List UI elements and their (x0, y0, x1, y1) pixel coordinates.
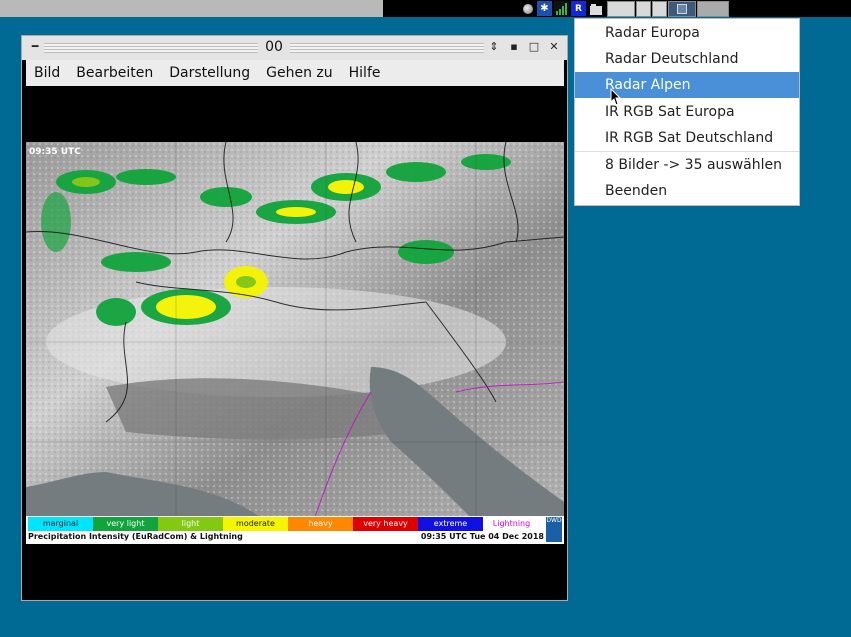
menu-bearbeiten[interactable]: Bearbeiten (68, 65, 161, 81)
titlebar-grip-left (44, 43, 258, 53)
file-manager-icon[interactable] (588, 1, 603, 16)
legend-light: light (158, 517, 223, 531)
minimize-icon[interactable]: ▪ (507, 40, 521, 54)
legend-extreme: extreme (418, 517, 483, 531)
workspace-1[interactable] (607, 0, 635, 17)
menu-darstellung[interactable]: Darstellung (161, 65, 258, 81)
window-titlebar[interactable]: ━ 00 ⇕ ▪ □ ✕ (22, 36, 567, 60)
network-signal-icon[interactable] (554, 1, 569, 16)
image-viewer-window: ━ 00 ⇕ ▪ □ ✕ Bild Bearbeiten Darstellung… (21, 35, 568, 601)
menu-bar: Bild Bearbeiten Darstellung Gehen zu Hil… (26, 60, 564, 86)
legend-datetime: 09:35 UTC Tue 04 Dec 2018 (420, 532, 544, 541)
legend-marginal: marginal (28, 517, 93, 531)
workspace-pager[interactable] (607, 0, 729, 17)
menu-item-8-bilder[interactable]: 8 Bilder -> 35 auswählen (575, 152, 799, 178)
top-panel-left (0, 0, 383, 17)
menu-bild[interactable]: Bild (26, 65, 68, 81)
menu-item-radar-europa[interactable]: Radar Europa (575, 20, 799, 46)
menu-item-beenden[interactable]: Beenden (575, 178, 799, 204)
radar-legend: marginal very light light moderate heavy… (26, 516, 564, 544)
dwd-logo-text: DWD (546, 517, 562, 524)
dwd-logo: DWD (546, 517, 562, 542)
legend-scale: marginal very light light moderate heavy… (28, 517, 540, 531)
workspace-5[interactable] (697, 0, 729, 17)
system-tray: ✱ R (520, 0, 729, 17)
menu-item-ir-rgb-sat-europa[interactable]: IR RGB Sat Europa (575, 99, 799, 125)
workspace-3[interactable] (652, 0, 667, 17)
close-icon[interactable]: ✕ (547, 40, 561, 54)
legend-lightning: Lightning (483, 517, 540, 531)
legend-moderate: moderate (223, 517, 288, 531)
app-r-icon[interactable]: R (571, 1, 586, 16)
legend-very-light: very light (93, 517, 158, 531)
menu-item-radar-deutschland[interactable]: Radar Deutschland (575, 46, 799, 72)
map-timestamp: 09:35 UTC (29, 147, 81, 157)
maximize-icon[interactable]: □ (527, 40, 541, 54)
legend-footer: Precipitation Intensity (EuRadCom) & Lig… (28, 532, 544, 543)
sound-tray-icon[interactable] (520, 1, 535, 16)
legend-heavy: heavy (288, 517, 353, 531)
legend-very-heavy: very heavy (353, 517, 418, 531)
window-menu-icon[interactable]: ━ (28, 40, 42, 54)
menu-hilfe[interactable]: Hilfe (341, 65, 389, 81)
bluetooth-icon[interactable]: ✱ (537, 1, 552, 16)
mouse-cursor-icon (610, 88, 622, 106)
menu-item-ir-rgb-sat-deutschland[interactable]: IR RGB Sat Deutschland (575, 125, 799, 151)
window-title: 00 (265, 39, 283, 55)
workspace-2[interactable] (636, 0, 651, 17)
menu-gehen-zu[interactable]: Gehen zu (258, 65, 341, 81)
workspace-4[interactable] (668, 0, 696, 17)
titlebar-grip-right (290, 43, 484, 53)
radar-map-image: 09:35 UTC (26, 142, 564, 544)
legend-caption: Precipitation Intensity (EuRadCom) & Lig… (28, 532, 243, 541)
context-menu: Radar Europa Radar Deutschland Radar Alp… (574, 18, 800, 206)
menu-item-radar-alpen[interactable]: Radar Alpen (575, 72, 799, 98)
shade-icon[interactable]: ⇕ (487, 40, 501, 54)
